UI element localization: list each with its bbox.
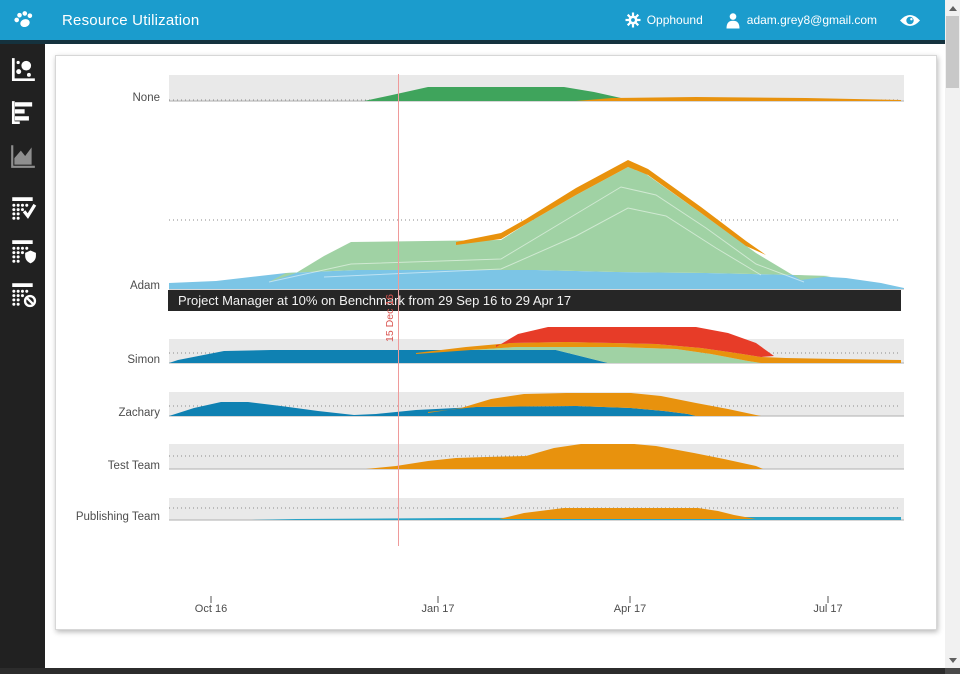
- x-tick-label: Jan 17: [421, 603, 455, 615]
- paw-icon[interactable]: [12, 8, 36, 32]
- benchmark-tooltip: Project Manager at 10% on Benchmark from…: [168, 290, 901, 311]
- row-label: Simon: [127, 354, 160, 366]
- sidebar-item-grid-block[interactable]: [9, 280, 37, 308]
- row-label: Publishing Team: [75, 511, 160, 523]
- user-menu[interactable]: adam.grey8@gmail.com: [725, 12, 877, 29]
- org-name: Opphound: [646, 13, 703, 27]
- row-label: Zachary: [118, 407, 160, 419]
- person-icon: [726, 12, 740, 28]
- org-menu[interactable]: Opphound: [625, 12, 703, 28]
- eye-icon: [900, 14, 920, 26]
- page-title: Resource Utilization: [62, 11, 200, 29]
- utilization-chart[interactable]: [56, 56, 936, 629]
- row-label: None: [132, 92, 161, 104]
- sidebar-item-scatter-chart[interactable]: [9, 56, 37, 84]
- vertical-scrollbar[interactable]: [945, 0, 960, 668]
- benchmark-marker-line[interactable]: [398, 74, 399, 546]
- sidebar-item-horizontal-bar-chart[interactable]: [9, 99, 37, 127]
- scroll-up-icon[interactable]: [948, 6, 957, 11]
- benchmark-marker-label: 15 Dec 16: [384, 294, 396, 342]
- chart-card: Project Manager at 10% on Benchmark from…: [55, 55, 937, 630]
- gear-icon: [625, 12, 641, 28]
- header-actions: Opphound adam.grey8@gmail.com: [603, 12, 921, 29]
- sidebar-item-grid-shield[interactable]: [9, 237, 37, 265]
- sidebar: [0, 44, 45, 668]
- visibility-toggle[interactable]: [899, 13, 921, 28]
- app-header: Resource Utilization Opphound adam.grey8…: [0, 0, 945, 40]
- bottom-edge: [0, 668, 960, 674]
- row-label: Test Team: [107, 460, 160, 472]
- x-tick-label: Jul 17: [813, 603, 843, 615]
- sidebar-item-area-chart[interactable]: [9, 142, 37, 170]
- row-label: Adam: [129, 280, 160, 292]
- header-divider: [0, 40, 945, 44]
- x-tick-label: Apr 17: [613, 603, 647, 615]
- scrollbar-thumb[interactable]: [946, 16, 959, 88]
- x-tick-label: Oct 16: [194, 603, 228, 615]
- scroll-down-icon[interactable]: [948, 658, 957, 663]
- user-email: adam.grey8@gmail.com: [746, 13, 877, 27]
- scrollbar-corner: [945, 668, 960, 674]
- sidebar-item-grid-check[interactable]: [9, 194, 37, 222]
